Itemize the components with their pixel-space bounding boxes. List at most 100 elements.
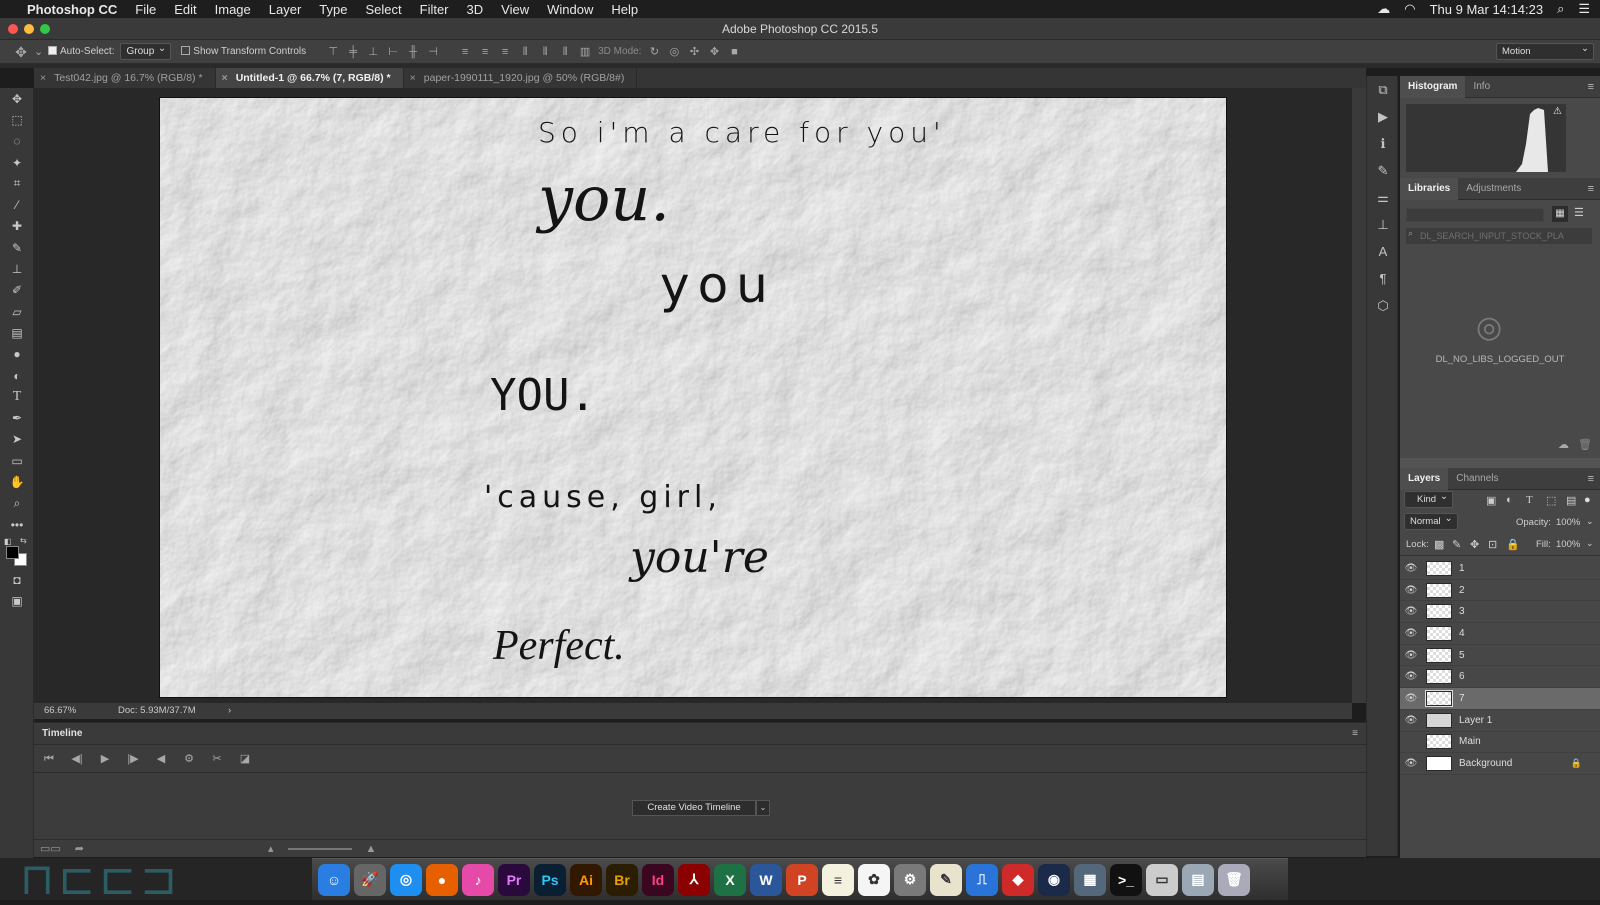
creative-cloud-icon[interactable]: ☁ bbox=[1377, 1, 1390, 17]
dock-document-stack-icon[interactable]: ▭ bbox=[1146, 863, 1178, 896]
distribute-bottom-icon[interactable]: ≡ bbox=[498, 45, 512, 59]
rectangle-tool-icon[interactable]: ▭ bbox=[0, 450, 34, 471]
dock-cinema4d-icon[interactable]: ◉ bbox=[1038, 863, 1070, 896]
layer-row[interactable]: 👁 Main bbox=[1400, 732, 1600, 754]
filter-toggle-icon[interactable]: ● bbox=[1584, 494, 1591, 506]
transition-icon[interactable]: ◪ bbox=[238, 752, 252, 766]
move-tool-icon[interactable]: ✥ bbox=[0, 88, 34, 109]
filter-pixel-icon[interactable]: ▣ bbox=[1486, 494, 1496, 507]
clone-source-icon[interactable]: ⊥ bbox=[1367, 211, 1399, 238]
dock-excel-icon[interactable]: X bbox=[714, 863, 746, 896]
gradient-tool-icon[interactable]: ▤ bbox=[0, 322, 34, 343]
menu-edit[interactable]: Edit bbox=[165, 2, 205, 17]
auto-align-icon[interactable]: ▥ bbox=[578, 45, 592, 59]
close-window-button[interactable] bbox=[8, 24, 18, 34]
distribute-hcenter-icon[interactable]: ⦀ bbox=[538, 45, 552, 59]
zoom-tool-icon[interactable]: ⌕ bbox=[0, 493, 34, 514]
dock-premiere-icon[interactable]: Pr bbox=[498, 863, 530, 896]
distribute-left-icon[interactable]: ⦀ bbox=[518, 45, 532, 59]
previous-frame-icon[interactable]: ◀| bbox=[70, 752, 84, 766]
vertical-scrollbar[interactable] bbox=[1352, 88, 1366, 703]
distribute-right-icon[interactable]: ⦀ bbox=[558, 45, 572, 59]
cache-warning-icon[interactable]: ⚠ bbox=[1553, 106, 1562, 117]
visibility-eye-icon[interactable]: 👁 bbox=[1400, 715, 1422, 726]
paragraph-panel-icon[interactable]: ¶ bbox=[1367, 265, 1399, 292]
dock-keynote-icon[interactable]: ⎍ bbox=[966, 863, 998, 896]
timeline-menu-icon[interactable]: ≡ bbox=[1352, 723, 1358, 745]
fill-dropdown-icon[interactable]: ⌄ bbox=[1586, 538, 1594, 549]
dock-photos-icon[interactable]: ✿ bbox=[858, 863, 890, 896]
lasso-tool-icon[interactable]: ◌ bbox=[0, 131, 34, 152]
lock-image-pixels-icon[interactable]: ✎ bbox=[1452, 538, 1461, 551]
align-right-icon[interactable]: ⊣ bbox=[426, 45, 440, 59]
blur-tool-icon[interactable]: ● bbox=[0, 344, 34, 365]
spotlight-search-icon[interactable]: ⌕ bbox=[1557, 1, 1564, 17]
menu-type[interactable]: Type bbox=[310, 2, 356, 17]
brush-tool-icon[interactable]: ✎ bbox=[0, 237, 34, 258]
3d-drag-icon[interactable]: ✣ bbox=[687, 45, 701, 59]
zoom-window-button[interactable] bbox=[40, 24, 50, 34]
distribute-top-icon[interactable]: ≡ bbox=[458, 45, 472, 59]
minimize-window-button[interactable] bbox=[24, 24, 34, 34]
dock-system-preferences-icon[interactable]: ⚙ bbox=[894, 863, 926, 896]
default-colors-icon[interactable]: ◧ bbox=[4, 537, 12, 546]
layer-row[interactable]: 👁 1 bbox=[1400, 558, 1600, 580]
tab-adjustments[interactable]: Adjustments bbox=[1458, 178, 1529, 200]
actions-panel-icon[interactable]: ▶ bbox=[1367, 103, 1399, 130]
brush-presets-icon[interactable]: ✎ bbox=[1367, 157, 1399, 184]
split-at-playhead-icon[interactable]: ✂ bbox=[210, 752, 224, 766]
dock-terminal-icon[interactable]: >_ bbox=[1110, 863, 1142, 896]
filter-adjustment-icon[interactable]: ◐ bbox=[1506, 494, 1513, 506]
panel-menu-icon[interactable]: ≡ bbox=[1588, 76, 1594, 98]
timeline-zoom-slider[interactable] bbox=[287, 847, 352, 850]
panel-menu-icon[interactable]: ≡ bbox=[1588, 468, 1594, 490]
align-horizontal-center-icon[interactable]: ╫ bbox=[406, 45, 420, 59]
go-to-first-frame-icon[interactable]: ⏮ bbox=[42, 752, 56, 766]
lock-artboard-icon[interactable]: ⊡ bbox=[1488, 538, 1497, 551]
menu-image[interactable]: Image bbox=[206, 2, 260, 17]
foreground-color-swatch[interactable] bbox=[6, 546, 19, 560]
dock-finder-icon[interactable]: ☺ bbox=[318, 863, 350, 896]
info-panel-icon[interactable]: ℹ bbox=[1367, 130, 1399, 157]
close-tab-icon[interactable]: × bbox=[410, 72, 416, 84]
properties-panel-icon[interactable]: ⚌ bbox=[1367, 184, 1399, 211]
align-top-icon[interactable]: ⊤ bbox=[326, 45, 340, 59]
dodge-tool-icon[interactable]: ◐ bbox=[0, 365, 34, 386]
dock-textedit-icon[interactable]: ✎ bbox=[930, 863, 962, 896]
layer-row[interactable]: 👁 6 bbox=[1400, 666, 1600, 689]
tab-channels[interactable]: Channels bbox=[1448, 468, 1506, 490]
align-vertical-center-icon[interactable]: ╪ bbox=[346, 45, 360, 59]
menu-3d[interactable]: 3D bbox=[458, 2, 493, 17]
dock-acrobat-icon[interactable]: ⅄ bbox=[678, 863, 710, 896]
dock-powerpoint-icon[interactable]: P bbox=[786, 863, 818, 896]
visibility-eye-icon[interactable]: 👁 bbox=[1400, 606, 1422, 617]
quick-mask-icon[interactable]: ◘ bbox=[0, 569, 34, 590]
preset-dropdown-icon[interactable]: ⌄ bbox=[34, 45, 43, 59]
menu-file[interactable]: File bbox=[126, 2, 165, 17]
eyedropper-tool-icon[interactable]: ⁄ bbox=[0, 194, 34, 215]
eraser-tool-icon[interactable]: ▱ bbox=[0, 301, 34, 322]
layer-row[interactable]: 👁 4 bbox=[1400, 623, 1600, 645]
filter-kind-dropdown[interactable]: Kind bbox=[1404, 491, 1454, 508]
library-select-dropdown[interactable] bbox=[1406, 208, 1544, 222]
document-canvas[interactable]: So i'm a care for you' you. you YOU. 'ca… bbox=[159, 97, 1227, 698]
align-bottom-icon[interactable]: ⊥ bbox=[366, 45, 380, 59]
dock-downloads-icon[interactable]: ▤ bbox=[1182, 863, 1214, 896]
next-frame-icon[interactable]: |▶ bbox=[126, 752, 140, 766]
align-left-icon[interactable]: ⊢ bbox=[386, 45, 400, 59]
type-tool-icon[interactable]: T bbox=[0, 386, 34, 407]
visibility-eye-icon[interactable]: 👁 bbox=[1400, 563, 1422, 574]
wifi-icon[interactable]: ◠ bbox=[1404, 1, 1415, 17]
tab-paper[interactable]: × paper-1990111_1920.jpg @ 50% (RGB/8#) bbox=[404, 68, 638, 88]
3d-rotate-icon[interactable]: ↻ bbox=[647, 45, 661, 59]
3d-panel-icon[interactable]: ⬡ bbox=[1367, 292, 1399, 319]
filter-shape-icon[interactable]: ⬚ bbox=[1546, 494, 1556, 507]
status-menu-arrow-icon[interactable]: › bbox=[228, 703, 231, 719]
swap-colors-icon[interactable]: ⇆ bbox=[20, 536, 27, 545]
dock-itunes-icon[interactable]: ♪ bbox=[462, 863, 494, 896]
visibility-eye-icon[interactable]: 👁 bbox=[1400, 650, 1422, 661]
edit-toolbar-icon[interactable]: ••• bbox=[0, 514, 34, 535]
dock-screenshots-icon[interactable]: ▦ bbox=[1074, 863, 1106, 896]
zoom-level-field[interactable]: 66.67% bbox=[44, 703, 76, 719]
menu-filter[interactable]: Filter bbox=[411, 2, 458, 17]
